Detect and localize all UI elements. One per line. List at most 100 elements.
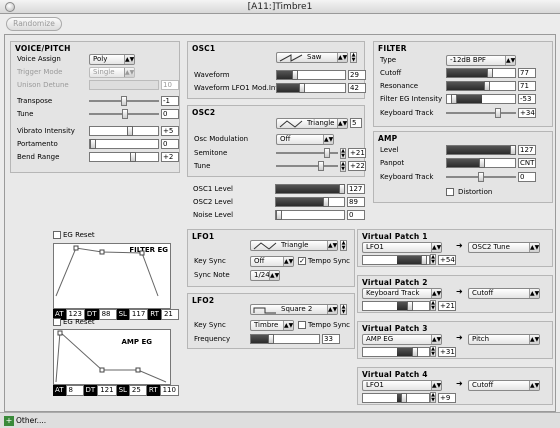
- lfo2-frequency-value[interactable]: 33: [322, 334, 340, 344]
- noise-level-slider[interactable]: [275, 210, 345, 220]
- amp-level-value[interactable]: 127: [518, 145, 536, 155]
- lfo2-wave-popup[interactable]: Square 2 ▲▼: [250, 304, 338, 315]
- transpose-slider[interactable]: [89, 96, 159, 106]
- amp-keyboard-track-slider[interactable]: [446, 172, 516, 182]
- vp3-amount-value[interactable]: +31: [438, 347, 456, 357]
- filter-eg-dt-value[interactable]: 88: [98, 309, 117, 320]
- lfo2-tempo-sync-checkbox[interactable]: [298, 321, 306, 329]
- filter-eg-sl-value[interactable]: 117: [128, 309, 149, 320]
- semitone-stepper[interactable]: ▲ ▼: [340, 148, 346, 159]
- osc1-wave-popup[interactable]: Saw ▲▼: [276, 52, 348, 63]
- vp3-dest-popup[interactable]: Pitch ▲▼: [468, 334, 540, 345]
- amp-eg-at-value[interactable]: 8: [65, 385, 84, 396]
- osc2-wave-popup[interactable]: Triangle ▲▼: [276, 118, 348, 129]
- resonance-value[interactable]: 71: [518, 81, 536, 91]
- osc2-tune-value[interactable]: +22: [348, 161, 366, 171]
- amp-eg-reset-checkbox[interactable]: [53, 318, 61, 326]
- lfo2-wave-stepper[interactable]: ▲ ▼: [340, 304, 347, 315]
- lfo2-wave-value: Square 2: [281, 305, 313, 313]
- resonance-slider[interactable]: [446, 81, 516, 91]
- vp4-source-popup[interactable]: LFO1 ▲▼: [362, 380, 442, 391]
- filter-keyboard-track-slider[interactable]: [446, 108, 516, 118]
- lfo2-frequency-slider[interactable]: [250, 334, 320, 344]
- bend-range-value[interactable]: +2: [161, 152, 179, 162]
- filter-eg-graph[interactable]: FILTER EG: [53, 243, 171, 309]
- popup-arrow-icon: ▲▼: [283, 257, 294, 266]
- vp3-amount-stepper[interactable]: ▲ ▼: [430, 346, 436, 357]
- waveform-lfo-mod-slider[interactable]: [276, 83, 346, 93]
- vp3-amount-slider[interactable]: [362, 347, 430, 357]
- distortion-checkbox[interactable]: [446, 188, 454, 196]
- portamento-value[interactable]: 0: [161, 139, 179, 149]
- cutoff-slider[interactable]: [446, 68, 516, 78]
- panpot-value[interactable]: CNT: [518, 158, 536, 168]
- randomize-button[interactable]: Randomize: [6, 17, 62, 31]
- waveform-slider[interactable]: [276, 70, 346, 80]
- amp-level-slider[interactable]: [446, 145, 516, 155]
- vp4-amount-stepper[interactable]: ▲ ▼: [430, 392, 436, 403]
- lfo1-wave-stepper[interactable]: ▲ ▼: [340, 240, 347, 251]
- vp4-amount-slider[interactable]: [362, 393, 430, 403]
- vp1-amount-value[interactable]: +54: [438, 255, 456, 265]
- vp4-dest-popup[interactable]: Cutoff ▲▼: [468, 380, 540, 391]
- lfo2-key-sync-popup[interactable]: Timbre ▲▼: [250, 320, 294, 331]
- osc2-wave-number[interactable]: 5: [350, 118, 362, 128]
- osc1-level-value[interactable]: 127: [347, 184, 365, 194]
- lfo1-tempo-sync-checkbox[interactable]: ✓: [298, 257, 306, 265]
- popup-arrow-icon: ▲▼: [529, 381, 540, 390]
- close-window-button[interactable]: [5, 2, 15, 12]
- amp-eg-dt-value[interactable]: 121: [97, 385, 117, 396]
- trigger-mode-popup[interactable]: Single ▲▼: [89, 67, 135, 78]
- vp1-amount-stepper[interactable]: ▲ ▼: [430, 254, 436, 265]
- lfo1-key-sync-popup[interactable]: Off ▲▼: [250, 256, 294, 267]
- filter-eg-intensity-slider[interactable]: [446, 94, 516, 104]
- vp1-source-popup[interactable]: LFO1 ▲▼: [362, 242, 442, 253]
- amp-eg-sl-value[interactable]: 25: [128, 385, 147, 396]
- semitone-slider[interactable]: [276, 148, 338, 158]
- cutoff-value[interactable]: 77: [518, 68, 536, 78]
- filter-eg-intensity-value[interactable]: -53: [518, 94, 536, 104]
- vp1-dest-popup[interactable]: OSC2 Tune ▲▼: [468, 242, 540, 253]
- vp2-amount-value[interactable]: +21: [438, 301, 456, 311]
- osc-modulation-popup[interactable]: Off ▲▼: [276, 134, 334, 145]
- transpose-value[interactable]: -1: [161, 96, 179, 106]
- vp2-amount-slider[interactable]: [362, 301, 430, 311]
- vp3-source-popup[interactable]: AMP EG ▲▼: [362, 334, 442, 345]
- filter-eg-rt-value[interactable]: 21: [160, 309, 179, 320]
- osc2-tune-slider[interactable]: [276, 161, 338, 171]
- osc2-tune-stepper[interactable]: ▲ ▼: [340, 161, 346, 172]
- filter-eg-reset-checkbox[interactable]: [53, 231, 61, 239]
- amp-keyboard-track-value[interactable]: 0: [518, 172, 536, 182]
- vibrato-value[interactable]: +5: [161, 126, 179, 136]
- vp2-dest-popup[interactable]: Cutoff ▲▼: [468, 288, 540, 299]
- other-button[interactable]: + Other....: [4, 415, 46, 427]
- osc1-wave-stepper[interactable]: ▲ ▼: [350, 52, 357, 63]
- noise-level-value[interactable]: 0: [347, 210, 365, 220]
- unison-detune-value[interactable]: 10: [161, 80, 179, 90]
- vp2-source-popup[interactable]: Keyboard Track ▲▼: [362, 288, 442, 299]
- semitone-label: Semitone: [194, 149, 228, 157]
- unison-detune-slider[interactable]: [89, 80, 159, 90]
- amp-eg-graph[interactable]: AMP EG: [53, 329, 171, 385]
- osc2-level-slider[interactable]: [275, 197, 345, 207]
- vp4-amount-value[interactable]: +9: [438, 393, 456, 403]
- filter-type-popup[interactable]: -12dB BPF ▲▼: [446, 55, 516, 66]
- voice-assign-popup[interactable]: Poly ▲▼: [89, 54, 135, 65]
- sync-note-popup[interactable]: 1/24 ▲▼: [250, 270, 280, 281]
- tune-slider[interactable]: [89, 109, 159, 119]
- panpot-slider[interactable]: [446, 158, 516, 168]
- waveform-value[interactable]: 29: [348, 70, 366, 80]
- bend-range-slider[interactable]: [89, 152, 159, 162]
- osc2-level-value[interactable]: 89: [347, 197, 365, 207]
- filter-keyboard-track-value[interactable]: +34: [518, 108, 536, 118]
- portamento-slider[interactable]: [89, 139, 159, 149]
- tune-value[interactable]: 0: [161, 109, 179, 119]
- vp1-amount-slider[interactable]: [362, 255, 430, 265]
- amp-eg-rt-value[interactable]: 110: [159, 385, 179, 396]
- waveform-lfo-mod-value[interactable]: 42: [348, 83, 366, 93]
- vp2-amount-stepper[interactable]: ▲ ▼: [430, 300, 436, 311]
- semitone-value[interactable]: +21: [348, 148, 366, 158]
- osc1-level-slider[interactable]: [275, 184, 345, 194]
- vibrato-slider[interactable]: [89, 126, 159, 136]
- lfo1-wave-popup[interactable]: Triangle ▲▼: [250, 240, 338, 251]
